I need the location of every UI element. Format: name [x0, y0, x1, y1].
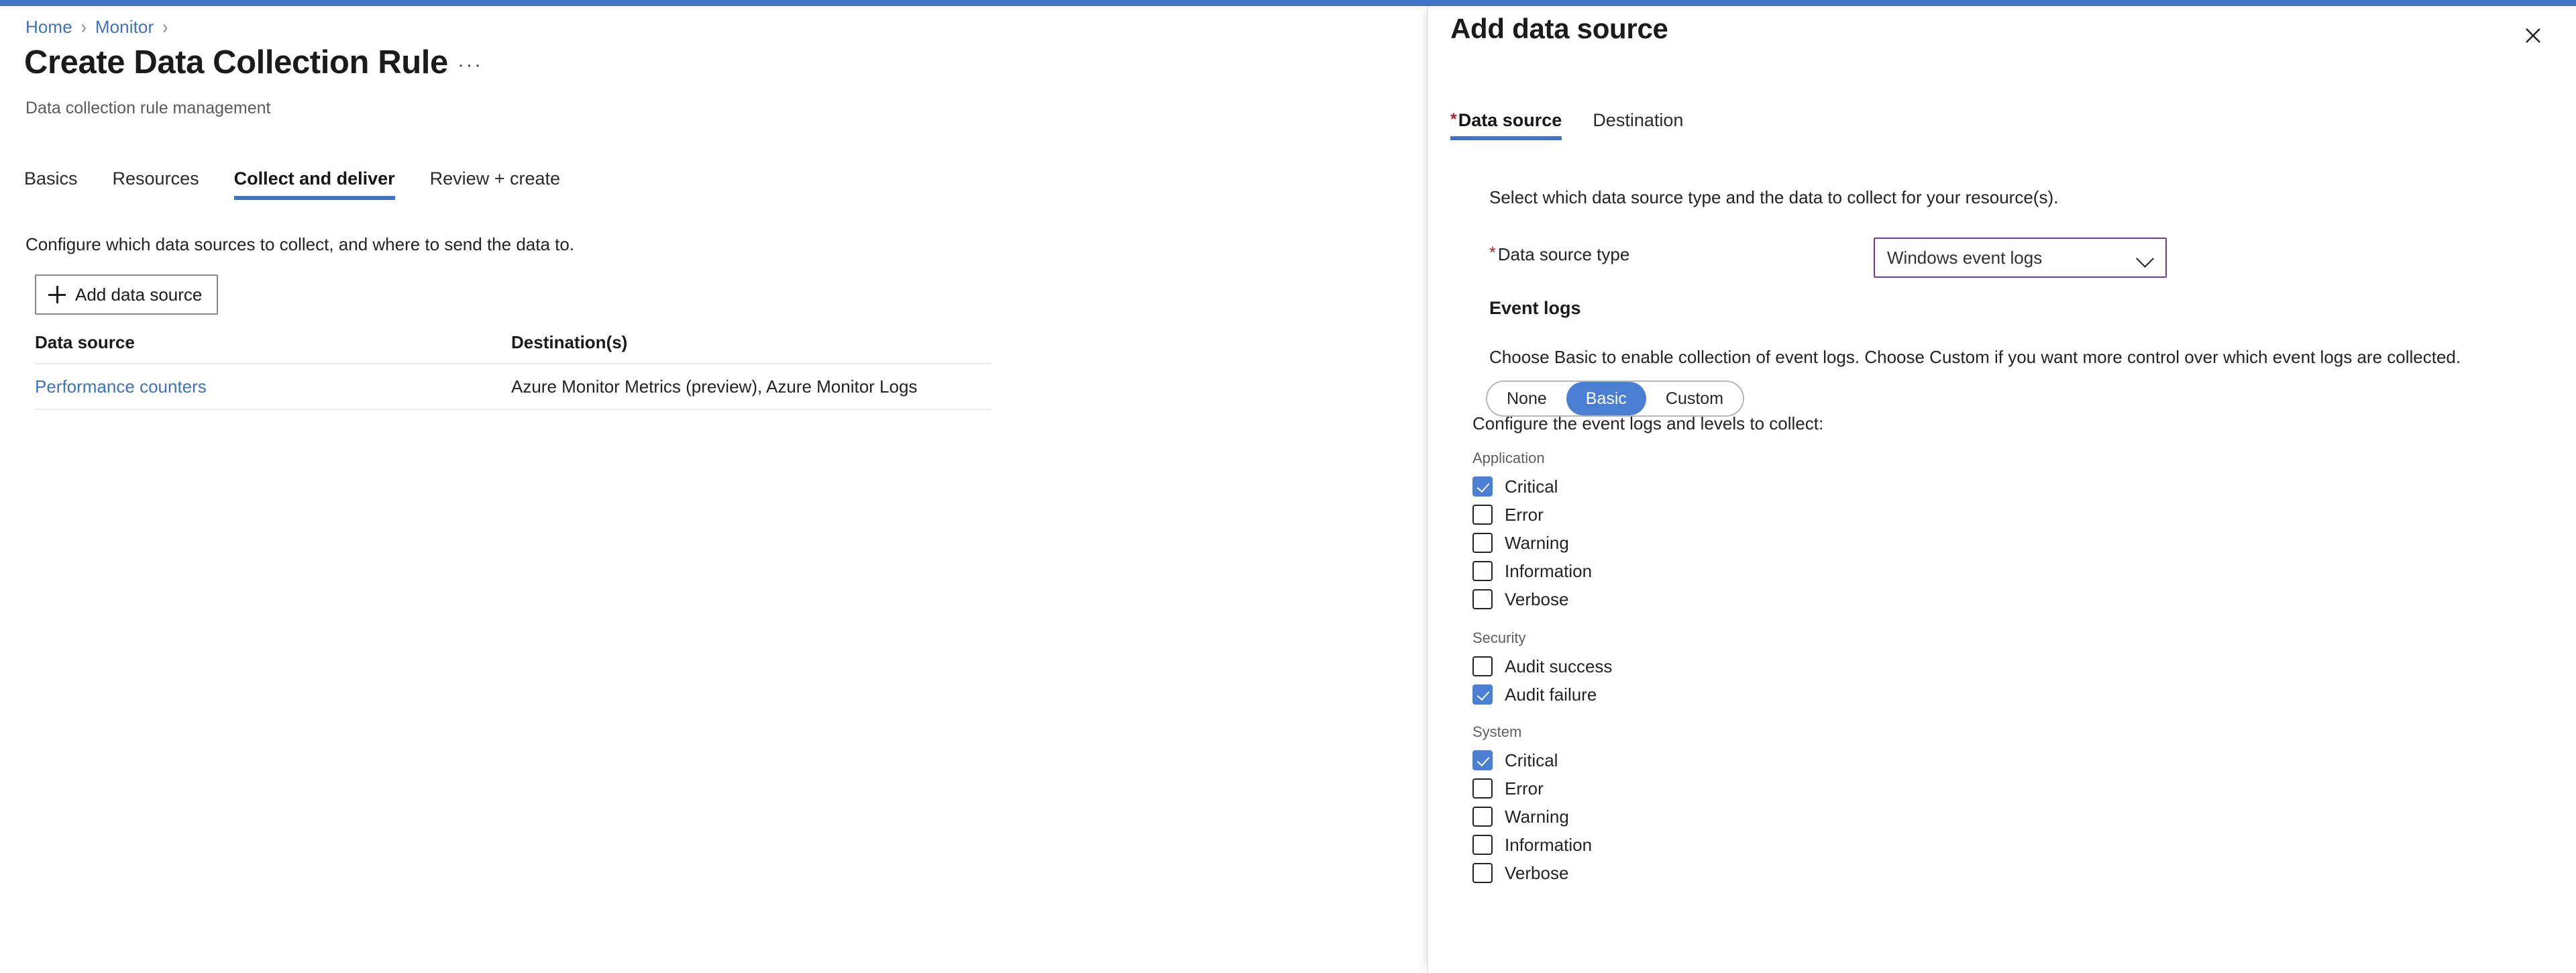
more-options-icon[interactable]: ···: [458, 55, 482, 75]
checkbox-unchecked-icon: [1472, 561, 1493, 582]
add-data-source-panel: Add data source * Data source Destinatio…: [1427, 6, 2576, 973]
event-logs-description: Choose Basic to enable collection of eve…: [1489, 347, 2461, 367]
cell-data-source: Performance counters: [35, 376, 511, 397]
tab-collect-and-deliver[interactable]: Collect and deliver: [233, 168, 395, 200]
checkbox-label: Audit success: [1505, 656, 1613, 676]
checkbox-system-warning[interactable]: Warning: [1472, 803, 1875, 831]
panel-tabs: * Data source Destination: [1450, 110, 1714, 140]
checkbox-system-information[interactable]: Information: [1472, 831, 1875, 859]
checkbox-unchecked-icon: [1472, 778, 1493, 799]
checkbox-unchecked-icon: [1472, 505, 1493, 525]
event-log-group-security: Security Audit success Audit failure: [1472, 629, 1875, 709]
tab-data-source-label: Data source: [1458, 110, 1562, 130]
breadcrumb-separator-icon: ›: [80, 15, 87, 38]
column-header-data-source: Data source: [35, 331, 135, 352]
checkbox-application-error[interactable]: Error: [1472, 501, 1875, 529]
breadcrumb-item-monitor[interactable]: Monitor: [95, 17, 154, 38]
mode-option-none[interactable]: None: [1487, 382, 1566, 415]
tab-destination[interactable]: Destination: [1593, 110, 1683, 140]
checkbox-label: Verbose: [1505, 862, 1569, 883]
checkbox-label: Verbose: [1505, 588, 1569, 609]
event-log-group-application: Application Critical Error Warning Infor…: [1472, 450, 1875, 613]
checkbox-label: Warning: [1505, 532, 1569, 553]
add-data-source-button[interactable]: Add data source: [35, 274, 219, 315]
checkbox-label: Information: [1505, 834, 1593, 855]
group-label-application: Application: [1472, 450, 1545, 466]
checkbox-label: Error: [1505, 504, 1544, 525]
checkbox-system-error[interactable]: Error: [1472, 774, 1875, 803]
breadcrumb-separator-icon: ›: [162, 15, 168, 38]
checkbox-label: Critical: [1505, 476, 1558, 497]
breadcrumb: Home › Monitor ›: [25, 15, 176, 38]
panel-lead-text: Select which data source type and the da…: [1489, 187, 2059, 207]
checkbox-security-audit-failure[interactable]: Audit failure: [1472, 680, 1875, 709]
breadcrumb-item-home[interactable]: Home: [25, 17, 72, 38]
checkbox-checked-icon: [1472, 684, 1493, 705]
data-source-link[interactable]: Performance counters: [35, 376, 207, 397]
table-header-row: Data source Destination(s): [35, 321, 991, 363]
checkbox-unchecked-icon: [1472, 835, 1493, 856]
column-header-destinations: Destination(s): [511, 331, 628, 352]
panel-title: Add data source: [1450, 13, 1668, 44]
data-source-type-dropdown[interactable]: Windows event logs: [1874, 238, 2167, 278]
blade-tabs: Basics Resources Collect and deliver Rev…: [24, 168, 560, 207]
cell-destinations: Azure Monitor Metrics (preview), Azure M…: [511, 376, 918, 397]
data-source-type-label-text: Data source type: [1497, 244, 1630, 264]
configure-levels-text: Configure the event logs and levels to c…: [1472, 413, 1824, 433]
app-root: Home › Monitor › Create Data Collection …: [0, 0, 2576, 973]
checkbox-label: Audit failure: [1505, 684, 1597, 705]
checkbox-unchecked-icon: [1472, 807, 1493, 827]
checkbox-security-audit-success[interactable]: Audit success: [1472, 652, 1875, 680]
chevron-down-icon: [2136, 248, 2155, 267]
checkbox-unchecked-icon: [1472, 589, 1493, 610]
table-row[interactable]: Performance counters Azure Monitor Metri…: [35, 363, 991, 410]
data-source-type-label: * Data source type: [1489, 244, 1629, 265]
top-accent-bar: [0, 0, 2576, 6]
section-description: Configure which data sources to collect,…: [25, 234, 575, 254]
panel-divider: [1427, 6, 1428, 973]
page-subtitle: Data collection rule management: [25, 99, 271, 117]
event-logs-heading: Event logs: [1489, 298, 1581, 318]
add-data-source-label: Add data source: [75, 284, 203, 305]
event-logs-mode-selector: None Basic Custom: [1486, 380, 1745, 417]
tab-review-create[interactable]: Review + create: [430, 168, 560, 200]
checkbox-label: Error: [1505, 778, 1544, 799]
checkbox-unchecked-icon: [1472, 863, 1493, 884]
checkbox-checked-icon: [1472, 476, 1493, 497]
group-label-system: System: [1472, 723, 1522, 740]
tab-data-source[interactable]: * Data source: [1450, 110, 1562, 140]
checkbox-label: Warning: [1505, 806, 1569, 827]
tab-basics[interactable]: Basics: [24, 168, 78, 200]
data-sources-table: Data source Destination(s) Performance c…: [35, 321, 991, 410]
required-indicator-icon: *: [1489, 244, 1496, 262]
checkbox-application-verbose[interactable]: Verbose: [1472, 585, 1875, 613]
event-log-group-system: System Critical Error Warning Informatio…: [1472, 723, 1875, 887]
create-data-collection-rule-blade: Home › Monitor › Create Data Collection …: [0, 6, 1427, 973]
checkbox-system-verbose[interactable]: Verbose: [1472, 859, 1875, 887]
checkbox-system-critical[interactable]: Critical: [1472, 746, 1875, 774]
checkbox-application-warning[interactable]: Warning: [1472, 529, 1875, 557]
plus-icon: [48, 286, 66, 303]
checkbox-application-information[interactable]: Information: [1472, 557, 1875, 585]
close-icon[interactable]: [2518, 21, 2548, 50]
group-label-security: Security: [1472, 629, 1526, 646]
data-source-type-value: Windows event logs: [1887, 247, 2043, 268]
tab-destination-label: Destination: [1593, 110, 1684, 130]
data-source-type-field: * Data source type Windows event logs: [1489, 238, 2529, 279]
page-title: Create Data Collection Rule: [24, 44, 448, 81]
checkbox-unchecked-icon: [1472, 656, 1493, 677]
checkbox-checked-icon: [1472, 750, 1493, 771]
checkbox-unchecked-icon: [1472, 533, 1493, 554]
required-indicator-icon: *: [1450, 110, 1457, 129]
mode-option-custom[interactable]: Custom: [1646, 382, 1743, 415]
checkbox-application-critical[interactable]: Critical: [1472, 472, 1875, 501]
tab-resources[interactable]: Resources: [113, 168, 199, 200]
checkbox-label: Information: [1505, 560, 1593, 581]
mode-option-basic[interactable]: Basic: [1566, 382, 1646, 415]
checkbox-label: Critical: [1505, 750, 1558, 770]
